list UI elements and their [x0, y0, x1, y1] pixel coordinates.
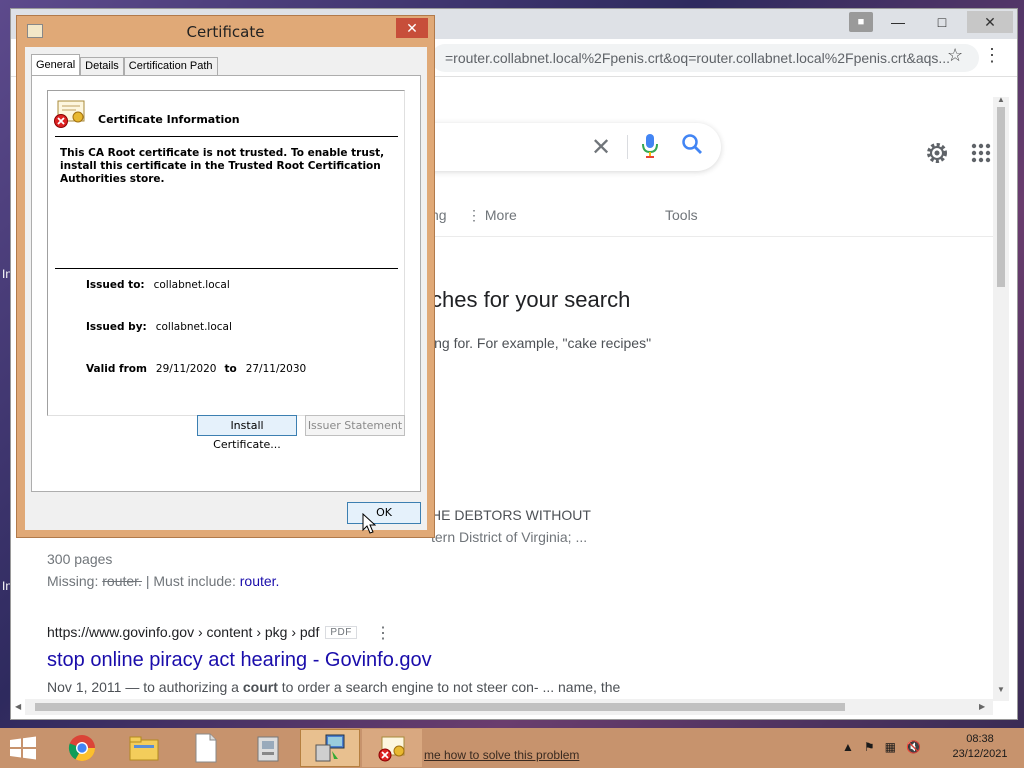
system-clock[interactable]: 08:38 23/12/2021 [944, 732, 1016, 762]
search-icon[interactable] [681, 133, 703, 160]
valid-from-label: Valid from [86, 363, 147, 375]
trust-warning-text: This CA Root certificate is not trusted.… [60, 147, 385, 185]
issued-by-label: Issued by: [86, 321, 147, 333]
issued-to-row: Issued to: collabnet.local [86, 279, 230, 291]
untrusted-certificate-icon [54, 99, 88, 134]
result-url[interactable]: https://www.govinfo.gov › content › pkg … [47, 624, 357, 640]
network-icon[interactable]: ▦ [885, 740, 896, 754]
result-snippet-fragment: tern District of Virginia; ... [431, 529, 588, 545]
divider [627, 135, 628, 159]
divider [55, 268, 398, 269]
browser-menu-icon[interactable]: ⋮ [983, 45, 1001, 66]
tab-details[interactable]: Details [80, 57, 124, 75]
clock-date: 23/12/2021 [952, 748, 1008, 760]
dialog-body: General Details Certification Path Certi… [25, 47, 427, 530]
scroll-left-arrow-icon[interactable]: ◀ [15, 702, 21, 711]
tab-certification-path[interactable]: Certification Path [123, 57, 218, 75]
clock-time: 08:38 [966, 733, 994, 745]
snippet-bold: court [242, 679, 278, 695]
result-options-icon[interactable]: ⋮ [375, 623, 391, 643]
valid-to-value: 27/11/2030 [245, 363, 307, 375]
ok-button[interactable]: OK [347, 502, 421, 524]
issuer-statement-button[interactable]: Issuer Statement [305, 415, 405, 436]
scroll-up-arrow-icon[interactable]: ▲ [997, 95, 1005, 104]
chrome-taskbar-icon[interactable] [52, 729, 112, 767]
apps-grid-icon[interactable] [971, 143, 991, 168]
clear-search-icon[interactable]: ✕ [591, 133, 611, 162]
result-title-fragment: HE DEBTORS WITHOUT [431, 507, 591, 523]
document-taskbar-icon[interactable] [176, 729, 236, 767]
pdf-badge: PDF [325, 625, 357, 639]
snippet-post: to order a search engine to not steer co… [277, 679, 621, 695]
minimize-button[interactable]: — [879, 11, 917, 33]
must-include-link[interactable]: router. [240, 573, 280, 589]
settings-gear-icon[interactable] [925, 141, 949, 170]
issued-to-value: collabnet.local [153, 279, 230, 291]
volume-muted-icon[interactable]: 🔇 [906, 740, 921, 754]
action-center-flag-icon[interactable]: ⚑ [864, 740, 875, 754]
dialog-title: Certificate [186, 23, 265, 41]
snippet-pre: Nov 1, 2011 — to authorizing a [47, 679, 243, 695]
validity-row: Valid from 29/11/2020 to 27/11/2030 [86, 363, 306, 375]
maximize-button[interactable]: □ [923, 11, 961, 33]
windows-start-icon[interactable] [8, 736, 38, 765]
address-bar[interactable]: =router.collabnet.local%2Fpenis.crt&oq=r… [431, 44, 979, 72]
search-box[interactable]: ✕ [431, 123, 721, 171]
scroll-down-arrow-icon[interactable]: ▼ [997, 685, 1005, 694]
valid-from-value: 29/11/2020 [155, 363, 217, 375]
nav-more-label: More [484, 207, 517, 223]
no-results-hint: ing for. For example, "cake recipes" [431, 335, 652, 351]
valid-to-label: to [224, 363, 237, 375]
certificate-info-box: Certificate Information This CA Root cer… [47, 90, 405, 416]
result-title-link[interactable]: stop online piracy act hearing - Govinfo… [47, 649, 432, 672]
microphone-icon[interactable] [641, 133, 659, 164]
vertical-scrollbar[interactable]: ▲ ▼ [993, 95, 1009, 701]
network-setup-taskbar-icon[interactable] [300, 729, 360, 767]
dialog-close-button[interactable]: ✕ [396, 18, 428, 38]
profile-icon[interactable]: ■ [849, 12, 873, 32]
taskbar: me how to solve this problem ▲ ⚑ ▦ 🔇 08:… [0, 728, 1024, 768]
no-results-heading: ches for your search [431, 287, 631, 312]
general-tab-panel: Certificate Information This CA Root cer… [31, 75, 421, 492]
mouse-cursor-icon [362, 512, 377, 540]
bookmark-star-icon[interactable]: ☆ [947, 45, 963, 66]
install-certificate-button[interactable]: Install Certificate... [197, 415, 297, 451]
horizontal-scrollbar[interactable]: ◀ ▶ [15, 699, 993, 715]
missing-term: router. [102, 573, 142, 589]
result-pages: 300 pages [47, 551, 113, 567]
issued-by-value: collabnet.local [155, 321, 232, 333]
certificate-taskbar-icon[interactable] [362, 729, 422, 767]
nav-divider [431, 236, 993, 237]
must-include-label: | Must include: [145, 573, 236, 589]
missing-label: Missing: [47, 573, 99, 589]
close-button[interactable]: ✕ [967, 11, 1013, 33]
nav-tools[interactable]: Tools [665, 207, 698, 223]
vertical-scroll-thumb[interactable] [997, 107, 1005, 287]
installer-taskbar-icon[interactable] [238, 729, 298, 767]
tab-general[interactable]: General [31, 54, 81, 75]
dialog-titlebar[interactable]: Certificate ✕ [17, 16, 434, 47]
taskbar-help-link[interactable]: me how to solve this problem [424, 748, 579, 762]
scroll-right-arrow-icon[interactable]: ▶ [979, 702, 985, 711]
divider [55, 136, 398, 137]
certificate-dialog: Certificate ✕ General Details Certificat… [16, 15, 435, 538]
file-explorer-taskbar-icon[interactable] [114, 729, 174, 767]
issued-to-label: Issued to: [86, 279, 145, 291]
issued-by-row: Issued by: collabnet.local [86, 321, 232, 333]
system-tray: ▲ ⚑ ▦ 🔇 [842, 740, 921, 754]
certificate-info-heading: Certificate Information [98, 113, 240, 126]
horizontal-scroll-thumb[interactable] [35, 703, 845, 711]
result-snippet: Nov 1, 2011 — to authorizing a court to … [47, 679, 620, 695]
result-url-text: https://www.govinfo.gov › content › pkg … [47, 624, 320, 640]
result-missing-line: Missing: router. | Must include: router. [47, 573, 279, 589]
nav-more[interactable]: ⋮ More [467, 207, 517, 224]
tab-strip: General Details Certification Path [31, 54, 218, 75]
show-hidden-icons-icon[interactable]: ▲ [842, 740, 854, 754]
